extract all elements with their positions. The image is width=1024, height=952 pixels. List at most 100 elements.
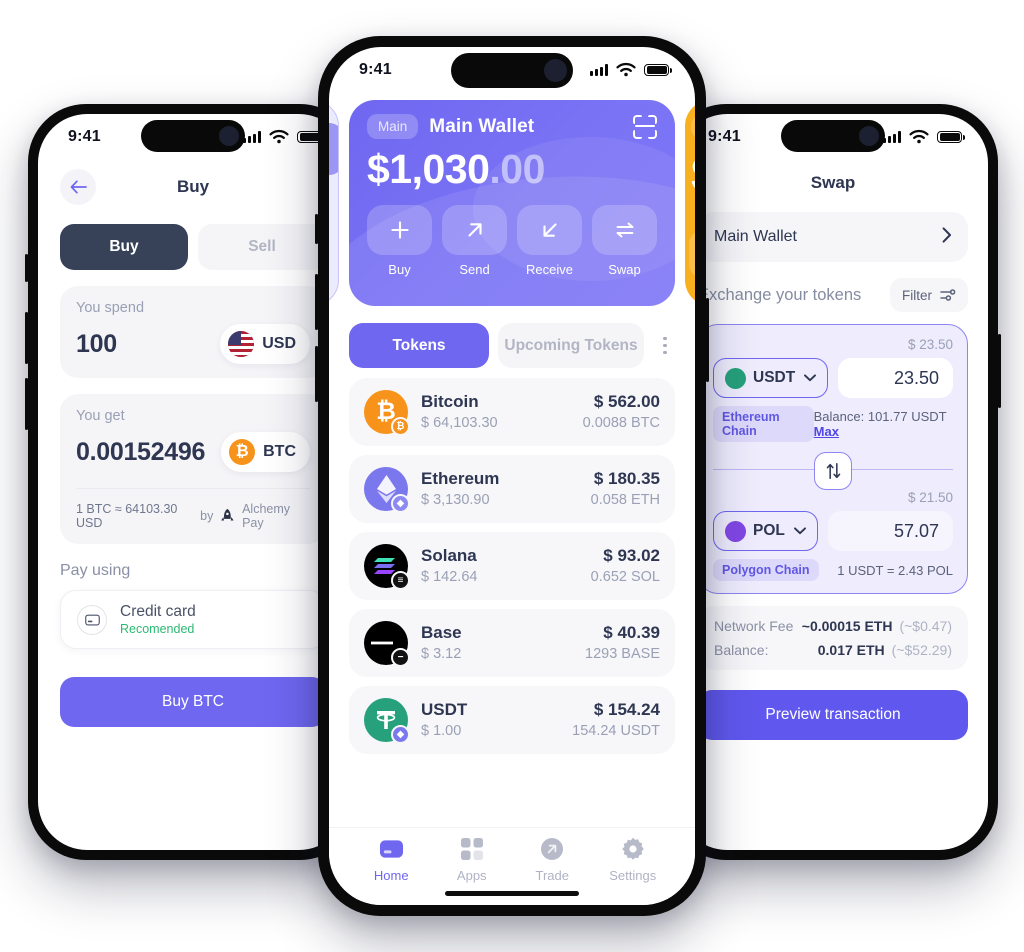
table-row[interactable]: ≡ Solana $ 142.64 $ 93.02 0.652 SOL — [349, 532, 675, 600]
token-value: $ 93.02 — [603, 546, 660, 566]
get-amount-value: 0.00152496 — [76, 437, 206, 466]
cellular-bars-icon — [883, 131, 901, 143]
preview-transaction-button[interactable]: Preview transaction — [698, 690, 968, 740]
status-time: 9:41 — [68, 128, 101, 145]
tab-tokens[interactable]: Tokens — [349, 323, 489, 368]
action-receive-label: Receive — [526, 262, 573, 278]
kebab-menu-icon[interactable] — [653, 336, 675, 355]
you-get-field[interactable]: You get 0.00152496 ₿ BTC 1 BTC ≈ 64103.3… — [60, 394, 326, 544]
payment-method-card[interactable]: Credit card Recomended — [60, 590, 326, 649]
exchange-title: Exchange your tokens — [698, 285, 862, 304]
ethereum-icon: ◆ — [364, 467, 410, 513]
wifi-icon — [269, 129, 289, 144]
action-receive[interactable]: Receive — [517, 205, 582, 277]
to-usd-value: $ 21.50 — [907, 490, 953, 505]
fee-label: Balance: — [714, 642, 769, 658]
swap-direction-row — [713, 452, 953, 490]
right-screen: 9:41 Swap Main Wallet Exchange your toke… — [678, 114, 988, 850]
swap-direction-button[interactable] — [814, 452, 852, 490]
scan-qr-icon[interactable] — [633, 114, 657, 139]
sidebar-item-apps[interactable]: Apps — [432, 836, 513, 883]
from-token-selector[interactable]: USDT — [713, 358, 829, 398]
segment-buy[interactable]: Buy — [60, 224, 188, 270]
wallet-badge: Main — [367, 114, 419, 139]
you-spend-field[interactable]: You spend 100 USD — [60, 286, 326, 378]
mockup-stage: 9:41 Buy Buy Sell You spend 100 USD You … — [0, 0, 1024, 952]
you-get-label: You get — [76, 408, 125, 424]
buy-btc-button[interactable]: Buy BTC — [60, 677, 326, 727]
max-button[interactable]: Max — [814, 424, 839, 439]
token-name: Ethereum — [421, 469, 500, 489]
wallet-card-next[interactable]: $ — [685, 100, 695, 306]
cellular-bars-icon — [590, 64, 608, 76]
status-time: 9:41 — [359, 61, 392, 78]
action-buy[interactable]: Buy — [367, 205, 432, 277]
credit-card-icon — [77, 604, 107, 635]
token-list[interactable]: ₿ ₿ Bitcoin $ 64,103.30 $ 562.00 0.0088 … — [329, 368, 695, 827]
spend-amount-input[interactable]: 100 — [76, 330, 117, 359]
rate-row: 1 BTC ≈ 64103.30 USD by Alchemy Pay — [76, 488, 310, 530]
arrow-down-left-icon — [542, 223, 557, 237]
cellular-bars-icon — [243, 131, 261, 143]
payment-method-subtitle: Recomended — [120, 622, 195, 636]
trade-icon — [512, 836, 593, 862]
to-token-selector[interactable]: POL — [713, 511, 818, 551]
action-swap[interactable]: Swap — [592, 205, 657, 277]
provider-prefix: by — [200, 509, 214, 523]
you-spend-label: You spend — [76, 300, 145, 316]
wallet-actions: Buy Send Receive Swap — [367, 205, 657, 277]
bitcoin-icon: ₿ — [229, 439, 256, 465]
nav-label-settings: Settings — [609, 868, 657, 883]
from-token-label: USDT — [753, 369, 796, 386]
fee-secondary: (~$0.47) — [899, 618, 952, 634]
wallet-carousel[interactable]: $ Main Main Wallet $1,030.00 — [329, 97, 695, 309]
conversion-rate: 1 BTC ≈ 64103.30 USD — [76, 502, 178, 530]
token-price: $ 142.64 — [421, 568, 478, 585]
fee-secondary: (~$52.29) — [891, 642, 952, 658]
provider-name: Alchemy Pay — [242, 502, 291, 530]
fee-row: Network Fee ~0.00015 ETH (~$0.47) — [714, 618, 952, 634]
action-send[interactable]: Send — [442, 205, 507, 277]
wallet-card-previous[interactable] — [329, 100, 339, 306]
get-currency-label: BTC — [263, 443, 296, 460]
token-price: $ 3.12 — [421, 645, 462, 662]
token-value: $ 562.00 — [593, 392, 660, 412]
from-balance-text: Balance: 101.77 USDT — [813, 409, 947, 424]
swap-rate: 1 USDT = 2.43 POL — [837, 562, 953, 578]
token-price: $ 64,103.30 — [421, 414, 498, 431]
table-row[interactable]: ◆ Ethereum $ 3,130.90 $ 180.35 0.058 ETH — [349, 455, 675, 523]
left-nav-bar: Buy — [38, 160, 348, 210]
payment-method-title: Credit card — [120, 603, 196, 620]
sidebar-item-settings[interactable]: Settings — [593, 836, 674, 883]
wallet-selector[interactable]: Main Wallet — [698, 212, 968, 262]
wifi-icon — [616, 62, 636, 77]
get-currency-selector[interactable]: ₿ BTC — [221, 432, 310, 472]
table-row[interactable]: ₿ ₿ Bitcoin $ 64,103.30 $ 562.00 0.0088 … — [349, 378, 675, 446]
chevron-down-icon — [793, 527, 806, 535]
nav-label-home: Home — [373, 868, 409, 883]
segment-sell[interactable]: Sell — [198, 224, 326, 270]
table-row[interactable]: ◆ USDT $ 1.00 $ 154.24 154.24 USDT — [349, 686, 675, 754]
bitcoin-icon: ₿ ₿ — [364, 390, 410, 436]
phone-right-swap: 9:41 Swap Main Wallet Exchange your toke… — [668, 104, 1001, 860]
center-screen: 9:41 $ — [329, 47, 695, 905]
from-amount-input[interactable]: 23.50 — [838, 358, 953, 398]
status-bar-right: 9:41 — [678, 114, 988, 160]
pol-icon — [725, 520, 746, 542]
tab-upcoming-tokens[interactable]: Upcoming Tokens — [498, 323, 644, 368]
arrow-up-right-icon — [467, 223, 482, 237]
status-time: 9:41 — [708, 128, 741, 145]
token-amount: 0.652 SOL — [590, 568, 660, 585]
sidebar-item-trade[interactable]: Trade — [512, 836, 593, 883]
spend-currency-label: USD — [262, 335, 296, 352]
to-amount-output: 57.07 — [827, 511, 953, 551]
filter-button[interactable]: Filter — [890, 278, 968, 312]
fee-label: Network Fee — [714, 618, 794, 634]
exchange-header: Exchange your tokens Filter — [678, 262, 988, 312]
to-chain-badge: Polygon Chain — [713, 559, 819, 581]
sidebar-item-home[interactable]: Home — [351, 836, 432, 883]
table-row[interactable]: − Base $ 3.12 $ 40.39 1293 BASE — [349, 609, 675, 677]
wallet-card-main[interactable]: Main Main Wallet $1,030.00 Buy Send Rece… — [349, 100, 675, 306]
token-name: USDT — [421, 700, 468, 720]
spend-currency-selector[interactable]: USD — [220, 324, 310, 364]
